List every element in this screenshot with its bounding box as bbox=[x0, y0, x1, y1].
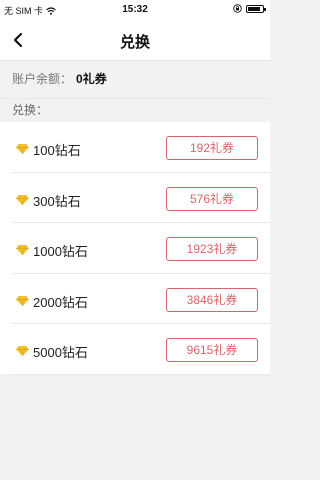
diamond-amount: 100钻石 bbox=[33, 143, 81, 158]
exchange-button[interactable]: 9615礼券 bbox=[166, 338, 258, 362]
list-item: 100钻石 192礼券 bbox=[12, 122, 270, 173]
diamond-amount: 1000钻石 bbox=[33, 244, 88, 259]
battery-icon bbox=[246, 4, 266, 13]
list-item: 300钻石 576礼券 bbox=[12, 173, 270, 223]
diamond-icon bbox=[16, 346, 29, 356]
balance-label: 账户余额： bbox=[12, 72, 73, 86]
balance-value: 0礼券 bbox=[76, 72, 107, 86]
exchange-button[interactable]: 1923礼券 bbox=[166, 237, 258, 261]
status-right bbox=[233, 4, 266, 13]
orientation-lock-icon bbox=[233, 4, 242, 13]
exchange-list: 100钻石 192礼券 300钻石 576礼券 1000钻石 1923礼券 20… bbox=[0, 122, 270, 375]
exchange-button[interactable]: 576礼券 bbox=[166, 186, 258, 211]
status-bar: 无 SIM 卡 15:32 bbox=[0, 0, 270, 20]
nav-bar: 兑换 bbox=[0, 20, 270, 60]
diamond-amount: 5000钻石 bbox=[33, 345, 88, 360]
diamond-icon bbox=[16, 295, 29, 306]
page-title: 兑换 bbox=[119, 34, 150, 51]
status-time: 15:32 bbox=[122, 4, 148, 15]
diamond-icon bbox=[16, 144, 29, 154]
exchange-button[interactable]: 3846礼券 bbox=[166, 287, 258, 312]
list-item: 1000钻石 1923礼券 bbox=[12, 223, 270, 274]
exchange-button[interactable]: 192礼券 bbox=[166, 136, 258, 160]
diamond-icon bbox=[16, 194, 29, 205]
list-item: 5000钻石 9615礼券 bbox=[12, 324, 270, 375]
exchange-section-label: 兑换： bbox=[0, 98, 270, 120]
diamond-icon bbox=[16, 245, 29, 255]
balance-row: 账户余额： 0礼券 bbox=[0, 60, 270, 96]
list-item: 2000钻石 3846礼券 bbox=[12, 274, 270, 324]
diamond-amount: 300钻石 bbox=[33, 193, 81, 209]
diamond-amount: 2000钻石 bbox=[33, 294, 88, 310]
